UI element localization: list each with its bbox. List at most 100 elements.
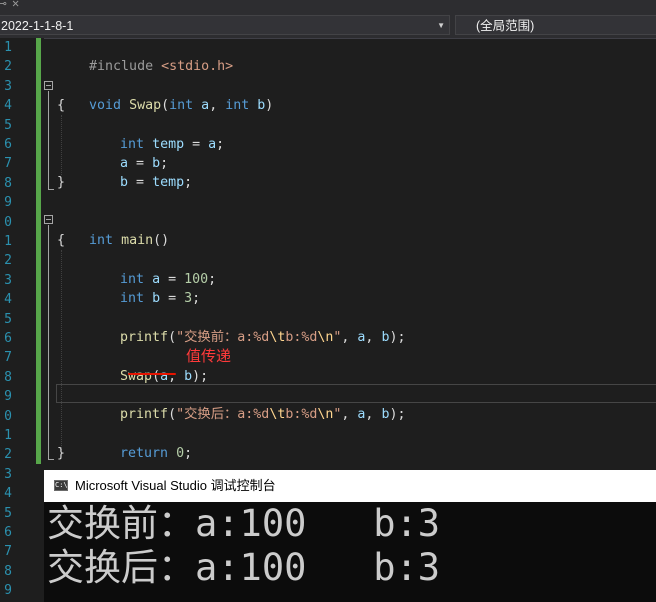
console-title: Microsoft Visual Studio 调试控制台 bbox=[75, 478, 276, 493]
function-name: Swap bbox=[129, 98, 162, 113]
variable: a bbox=[208, 137, 217, 152]
close-tab-icon[interactable]: ✕ bbox=[12, 0, 19, 10]
variable: temp bbox=[152, 175, 185, 190]
line-number: 8 bbox=[4, 563, 12, 579]
function-name: printf bbox=[120, 330, 169, 345]
line-number: 8 bbox=[4, 175, 12, 191]
line-number: 2 bbox=[4, 59, 12, 75]
code-line-12[interactable]: int a = 100; bbox=[88, 251, 216, 287]
line-number: 9 bbox=[4, 389, 12, 405]
member-scope-dropdown[interactable]: (全局范围) bbox=[455, 15, 656, 35]
fold-range-end bbox=[48, 459, 54, 460]
preprocessor-directive: #include bbox=[89, 59, 162, 74]
line-number: 4 bbox=[4, 486, 12, 502]
operator: = bbox=[128, 175, 153, 190]
code-line-7[interactable]: b = temp; bbox=[88, 154, 192, 190]
navigation-bar: 2022-1-1-8-1 ▼ (全局范围) bbox=[0, 12, 656, 39]
debug-console-window[interactable]: C:\ Microsoft Visual Studio 调试控制台 交换前：a:… bbox=[44, 470, 656, 602]
punct: ; bbox=[184, 446, 193, 461]
code-line-15[interactable]: printf("交换前：a:%d\tb:%d\n", a, b); bbox=[88, 309, 405, 345]
keyword: int bbox=[225, 98, 250, 113]
escape: \n bbox=[317, 407, 334, 422]
line-number: 6 bbox=[4, 137, 12, 152]
function-name: main bbox=[121, 233, 154, 248]
operator: = bbox=[160, 291, 185, 306]
variable: a bbox=[160, 369, 169, 384]
punct: ( bbox=[168, 330, 177, 345]
punct: ; bbox=[208, 272, 217, 287]
variable: b bbox=[152, 291, 161, 306]
console-title-bar[interactable]: C:\ Microsoft Visual Studio 调试控制台 bbox=[44, 470, 656, 502]
string: "交换前：a:%d bbox=[176, 330, 270, 345]
keyword: int bbox=[169, 98, 194, 113]
project-scope-label: 2022-1-1-8-1 bbox=[1, 19, 74, 33]
code-line-13[interactable]: int b = 3; bbox=[88, 270, 200, 306]
escape: \t bbox=[269, 407, 286, 422]
code-line-8[interactable]: } bbox=[57, 173, 65, 192]
code-line-5[interactable]: int temp = a; bbox=[88, 116, 224, 152]
fold-range-line bbox=[48, 225, 49, 459]
line-number: 8 bbox=[4, 369, 12, 385]
string: "交换后：a:%d bbox=[176, 407, 270, 422]
console-output: 交换前：a:100 b:3 交换后：a:100 b:3 bbox=[44, 502, 656, 602]
project-scope-dropdown[interactable]: 2022-1-1-8-1 ▼ bbox=[0, 15, 450, 35]
line-number: 5 bbox=[4, 311, 12, 327]
function-name: Swap bbox=[120, 369, 153, 384]
punct: ) bbox=[265, 98, 274, 113]
line-number: 7 bbox=[4, 156, 12, 172]
fold-range-line bbox=[48, 91, 49, 189]
line-number: 9 bbox=[4, 583, 12, 599]
punct: , bbox=[341, 330, 358, 345]
code-line-3[interactable]: void Swap(int a, int b) bbox=[57, 77, 273, 113]
line-number: 4 bbox=[4, 292, 12, 308]
operator: = bbox=[184, 137, 209, 152]
fold-toggle-main[interactable] bbox=[44, 215, 53, 224]
line-number: 3 bbox=[4, 272, 12, 288]
punct: () bbox=[153, 233, 170, 248]
code-line-19[interactable]: printf("交换后：a:%d\tb:%d\n", a, b); bbox=[88, 386, 405, 422]
keyword: int bbox=[89, 233, 114, 248]
line-number: 7 bbox=[4, 350, 12, 366]
change-tracking-margin bbox=[36, 38, 41, 464]
punct: ); bbox=[192, 369, 209, 384]
code-line-21[interactable]: return 0; bbox=[88, 425, 192, 461]
number: 3 bbox=[184, 291, 193, 306]
annotation-pass-by-value: 值传递 bbox=[186, 347, 232, 365]
line-number: 5 bbox=[4, 117, 12, 133]
keyword: int bbox=[120, 291, 145, 306]
punct: , bbox=[168, 369, 185, 384]
line-number: 0 bbox=[4, 408, 12, 424]
keyword: return bbox=[120, 446, 169, 461]
fold-range-end bbox=[48, 189, 54, 190]
variable: b bbox=[184, 369, 193, 384]
line-number: 0 bbox=[4, 214, 12, 230]
chevron-down-icon: ▼ bbox=[437, 21, 445, 30]
code-line-6[interactable]: a = b; bbox=[88, 135, 168, 171]
code-line-4[interactable]: { bbox=[57, 96, 65, 115]
escape: \t bbox=[269, 330, 286, 345]
number: 0 bbox=[176, 446, 185, 461]
punct: ); bbox=[389, 330, 406, 345]
line-number: 6 bbox=[4, 525, 12, 540]
include-header: <stdio.h> bbox=[161, 59, 234, 74]
pin-icon[interactable]: ⊸ bbox=[0, 0, 7, 10]
code-line-10[interactable]: int main() bbox=[57, 212, 169, 248]
line-number: 2 bbox=[4, 447, 12, 463]
punct: , bbox=[209, 98, 226, 113]
code-line-22[interactable]: } bbox=[57, 444, 65, 463]
fold-toggle-swap[interactable] bbox=[44, 81, 53, 90]
punct: ); bbox=[389, 407, 406, 422]
string: b:%d bbox=[285, 407, 318, 422]
indent-guide bbox=[61, 250, 62, 450]
member-scope-label: (全局范围) bbox=[476, 19, 535, 33]
line-number: 6 bbox=[4, 331, 12, 346]
document-tab-strip: ⊸ ✕ bbox=[0, 0, 656, 12]
string: b:%d bbox=[285, 330, 318, 345]
console-output-line-1: 交换前：a:100 b:3 bbox=[47, 502, 441, 545]
line-number: 3 bbox=[4, 78, 12, 94]
escape: \n bbox=[317, 330, 334, 345]
code-line-11[interactable]: { bbox=[57, 231, 65, 250]
code-line-1[interactable]: #include <stdio.h> bbox=[57, 38, 233, 74]
variable: b bbox=[120, 175, 129, 190]
